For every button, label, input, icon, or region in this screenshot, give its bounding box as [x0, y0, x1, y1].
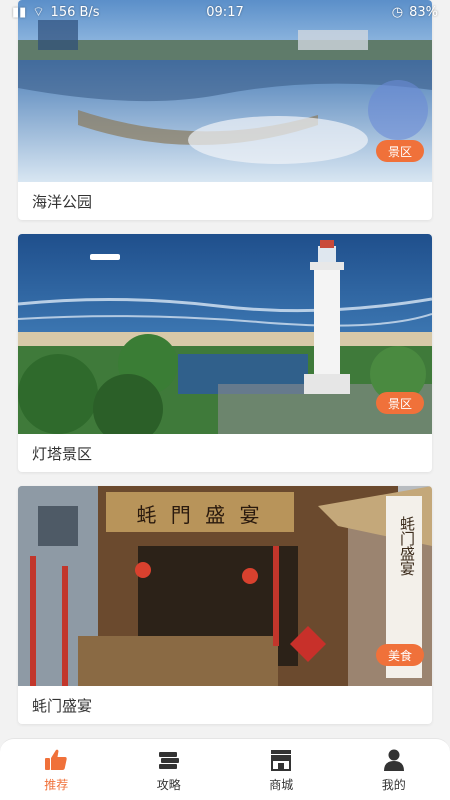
battery-level: 83% [409, 4, 438, 20]
tab-label: 我的 [381, 777, 406, 792]
tab-mine[interactable]: 我的 [354, 747, 434, 793]
tab-recommend[interactable]: 推荐 [16, 747, 96, 793]
bottom-tab-bar: 推荐 攻略 商城 我的 [0, 738, 450, 800]
tab-shop[interactable]: 商城 [241, 747, 321, 793]
status-left: ▮▮ ⌔ 156 B/s [12, 4, 100, 21]
ocean-park-photo [18, 0, 432, 182]
card-title: 蚝门盛宴 [32, 696, 93, 715]
alarm-icon: ◷ [391, 4, 404, 20]
tab-guides[interactable]: 攻略 [129, 747, 209, 793]
wifi-icon: ⌔ [32, 5, 45, 20]
category-tag: 美食 [376, 644, 424, 666]
thumbs-up-icon [45, 749, 67, 770]
tab-label: 商城 [269, 777, 294, 792]
category-tag: 景区 [376, 140, 424, 162]
attraction-card-ocean-park[interactable]: 景区 海洋公园 [18, 0, 432, 220]
ocean-park-image: 景区 [18, 0, 432, 182]
network-speed: 156 B/s [50, 4, 100, 20]
attraction-card-lighthouse[interactable]: 景区 灯塔景区 [18, 234, 432, 472]
attraction-card-oyster-feast[interactable]: 蚝 門 盛 宴 蚝门盛宴 美食 蚝门盛宴 [18, 486, 432, 724]
card-title: 海洋公园 [32, 192, 93, 211]
tab-label: 攻略 [156, 777, 181, 792]
shop-icon [271, 749, 292, 771]
category-tag: 景区 [376, 392, 424, 414]
tab-label: 推荐 [44, 777, 69, 792]
attraction-feed: 景区 海洋公园 景区 灯塔景区 蚝 門 盛 宴 蚝门盛宴 美食 蚝门盛宴 [18, 0, 432, 738]
signal-icon: ▮▮ [12, 4, 27, 20]
books-icon [158, 751, 179, 769]
lighthouse-photo [18, 234, 432, 434]
shop-sign: 蚝 門 盛 宴 [136, 502, 264, 527]
vertical-banner: 蚝门盛宴 [398, 516, 416, 576]
status-bar: ▮▮ ⌔ 156 B/s 09:17 ◷ 83% [0, 0, 450, 24]
person-icon [383, 749, 404, 771]
lighthouse-image: 景区 [18, 234, 432, 434]
status-right: ◷ 83% [392, 5, 438, 20]
card-title: 灯塔景区 [32, 444, 93, 463]
oyster-feast-image: 蚝 門 盛 宴 蚝门盛宴 美食 [18, 486, 432, 686]
status-time: 09:17 [206, 4, 244, 20]
